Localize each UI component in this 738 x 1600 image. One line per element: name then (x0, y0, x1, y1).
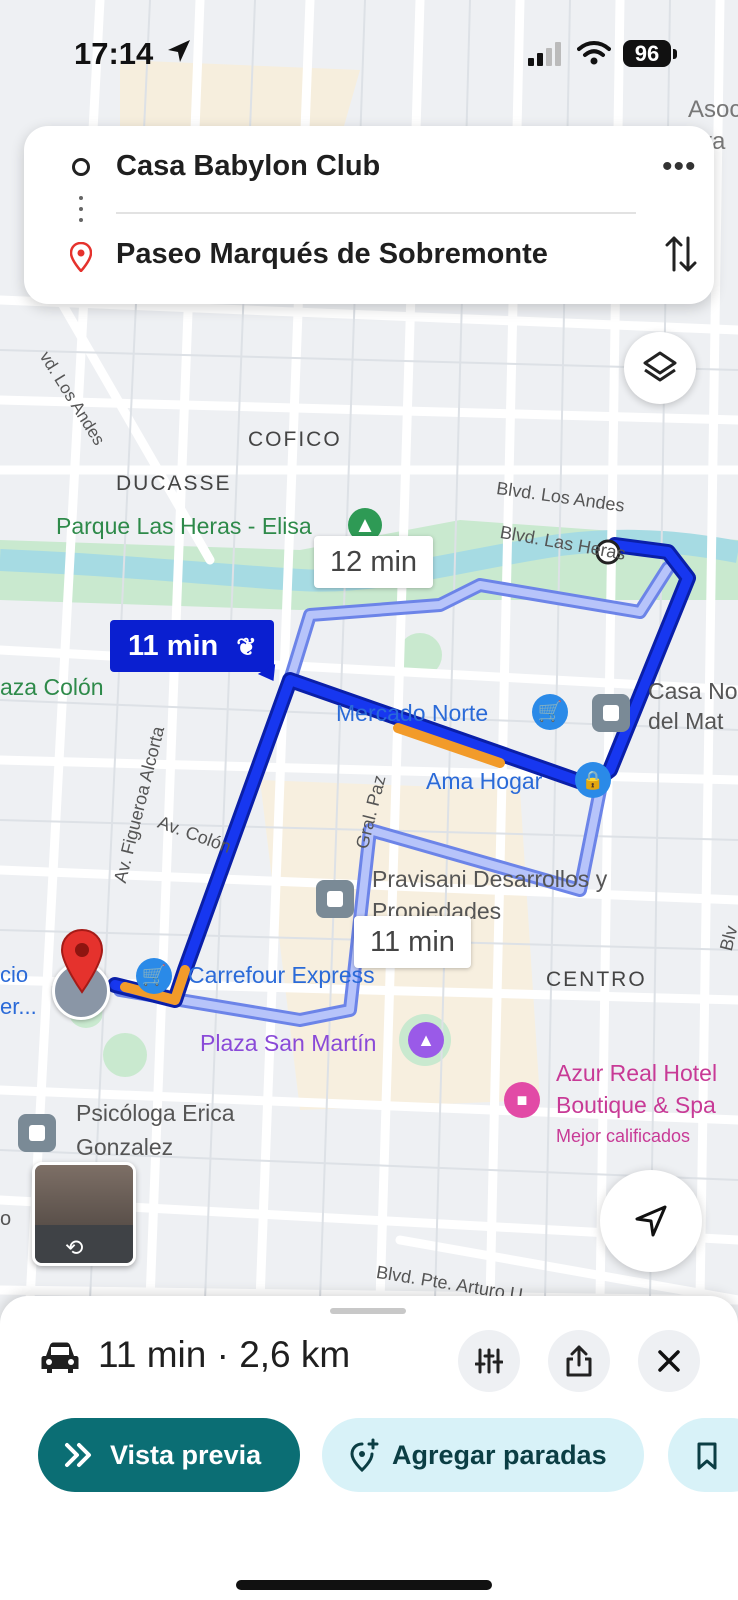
poi-label-casa-1[interactable]: Casa No (648, 678, 737, 705)
status-time: 17:14 (74, 36, 154, 71)
poi-label-pravisani-1[interactable]: Pravisani Desarrollos y (372, 866, 607, 893)
destination-pin-icon[interactable] (60, 928, 104, 994)
sheet-handle[interactable] (330, 1308, 406, 1314)
park-label-plaza-colon: aza Colón (0, 674, 104, 700)
poi-label-casa-2[interactable]: del Mat (648, 708, 723, 735)
add-stops-button[interactable]: Agregar paradas (322, 1418, 644, 1492)
save-route-button[interactable] (668, 1418, 738, 1492)
shopping-cart-icon-carrefour[interactable]: 🛒 (136, 958, 172, 994)
wifi-icon (577, 41, 611, 65)
poi-label-azur-2[interactable]: Boutique & Spa (556, 1092, 716, 1119)
area-label-cofico: COFICO (248, 428, 342, 451)
layers-icon (643, 351, 677, 382)
route-card: Casa Babylon Club Paseo Marqués de Sobre… (24, 126, 714, 304)
my-location-button[interactable] (600, 1170, 702, 1272)
area-label-ducasse: DUCASSE (116, 472, 232, 495)
share-button[interactable] (548, 1330, 610, 1392)
bookmark-icon (697, 1442, 717, 1470)
poi-label-azur-3: Mejor calificados (556, 1126, 691, 1146)
preview-label: Vista previa (110, 1440, 262, 1470)
poi-pravisani-marker-icon[interactable] (316, 880, 354, 918)
map-label-edge-o: o (0, 1208, 12, 1230)
monument-icon[interactable]: ▲ (408, 1022, 444, 1058)
street-view-street (35, 1225, 133, 1263)
route-options-button[interactable] (458, 1330, 520, 1392)
close-button[interactable] (638, 1330, 700, 1392)
rotate-360-icon: ⟲ (65, 1235, 84, 1260)
shopping-bag-icon[interactable]: 🔒 (575, 762, 611, 798)
poi-casa-marker-icon[interactable] (592, 694, 630, 732)
street-view-building (35, 1165, 133, 1225)
more-icon[interactable]: ••• (662, 150, 697, 184)
chevrons-icon (65, 1443, 91, 1467)
status-bar: 17:14 96 (0, 0, 738, 110)
signal-icon (528, 42, 561, 66)
destination-field[interactable]: Paseo Marqués de Sobremonte (116, 238, 548, 271)
poi-label-psicologa-1[interactable]: Psicóloga Erica (76, 1100, 235, 1127)
location-arrow-icon (168, 40, 190, 62)
origin-field[interactable]: Casa Babylon Club (116, 150, 380, 183)
route-bubble-primary[interactable]: 11 min ❦ (110, 620, 275, 672)
hotel-icon[interactable]: ■ (504, 1082, 540, 1118)
home-indicator[interactable] (236, 1580, 492, 1590)
locate-icon (635, 1205, 667, 1237)
route-bubble-alt1[interactable]: 12 min (314, 536, 434, 588)
swap-icon[interactable] (664, 234, 698, 274)
battery-indicator: 96 (623, 40, 671, 67)
street-view-thumbnail[interactable]: ⟲ (32, 1162, 136, 1266)
map-label-cio: cio (0, 962, 29, 987)
add-stop-icon (350, 1438, 379, 1472)
poi-label-azur-1[interactable]: Azur Real Hotel (556, 1060, 717, 1087)
park-label-las-heras: Parque Las Heras - Elisa (56, 513, 312, 539)
shopping-cart-icon[interactable]: 🛒 (532, 694, 568, 730)
leaf-icon: ❦ (236, 634, 257, 661)
share-icon (566, 1345, 592, 1377)
close-icon (658, 1350, 680, 1372)
poi-label-ama-hogar[interactable]: Ama Hogar (426, 768, 542, 795)
poi-label-plaza-san-martin[interactable]: Plaza San Martín (200, 1030, 376, 1057)
preview-button[interactable]: Vista previa (38, 1418, 300, 1492)
route-bubble-primary-time: 11 min (128, 630, 219, 662)
origin-circle-icon (72, 158, 90, 176)
poi-label-carrefour[interactable]: Carrefour Express (188, 962, 375, 989)
destination-pin-small-icon (70, 242, 92, 272)
sliders-icon (475, 1348, 503, 1374)
car-icon (41, 1342, 79, 1373)
map-label-er: er... (0, 994, 37, 1019)
route-dots-icon (79, 196, 83, 226)
battery-nub (673, 49, 677, 59)
poi-psicologa-marker-icon[interactable] (18, 1114, 56, 1152)
route-bubble-alt2[interactable]: 11 min (354, 916, 471, 968)
poi-label-psicologa-2[interactable]: Gonzalez (76, 1134, 173, 1161)
area-label-centro: CENTRO (546, 968, 647, 991)
add-stops-label: Agregar paradas (392, 1440, 607, 1470)
route-summary: 11 min · 2,6 km (98, 1334, 351, 1375)
layers-button[interactable] (624, 332, 696, 404)
route-card-divider (116, 212, 636, 214)
poi-label-mercado-norte[interactable]: Mercado Norte (336, 700, 488, 727)
directions-sheet[interactable]: 11 min · 2,6 km Vista previa Agregar par… (0, 1296, 738, 1600)
